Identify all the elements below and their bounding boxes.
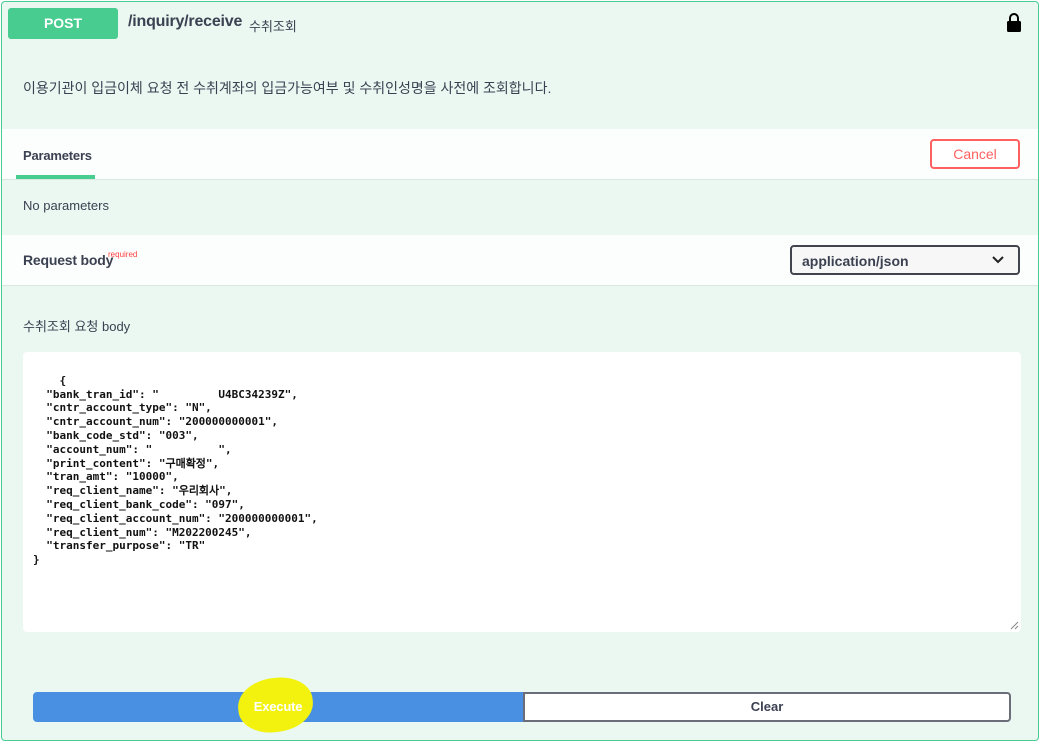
operation-path: /inquiry/receive: [128, 13, 243, 30]
tab-parameters[interactable]: Parameters: [16, 129, 96, 179]
operation-block: POST /inquiry/receive 수취조회 이용기관이 입금이체 요청…: [1, 1, 1039, 741]
clear-button[interactable]: Clear: [523, 692, 1011, 722]
execute-label: Execute: [253, 699, 303, 714]
action-buttons: Execute Clear: [33, 674, 1011, 736]
execute-button[interactable]: Execute: [33, 674, 523, 736]
operation-summary-text: 수취조회: [249, 19, 297, 34]
method-badge: POST: [8, 8, 118, 39]
no-parameters-text: No parameters: [23, 198, 109, 213]
request-body-description: 수취조회 요청 body: [23, 319, 131, 334]
operation-summary[interactable]: POST /inquiry/receive 수취조회: [2, 2, 1038, 46]
content-type-value: application/json: [802, 253, 909, 269]
required-marker: required: [108, 250, 138, 259]
content-type-select[interactable]: application/json: [790, 245, 1020, 275]
request-body-header: Request body required application/json: [2, 235, 1038, 286]
chevron-down-icon: [992, 256, 1004, 264]
operation-description: 이용기관이 입금이체 요청 전 수취계좌의 입금가능여부 및 수취인성명을 사전…: [23, 80, 552, 96]
lock-icon[interactable]: [1006, 12, 1022, 32]
request-body-json: { "bank_tran_id": " U4BC34239Z", "cntr_a…: [33, 373, 318, 567]
parameters-header: Parameters Cancel: [2, 129, 1038, 180]
tab-active-indicator: [16, 175, 95, 179]
resize-handle-icon[interactable]: [1010, 621, 1019, 630]
request-body-label: Request body: [23, 252, 114, 268]
tab-parameters-label: Parameters: [23, 148, 92, 163]
request-body-editor[interactable]: { "bank_tran_id": " U4BC34239Z", "cntr_a…: [23, 352, 1021, 632]
cancel-button[interactable]: Cancel: [930, 139, 1020, 169]
